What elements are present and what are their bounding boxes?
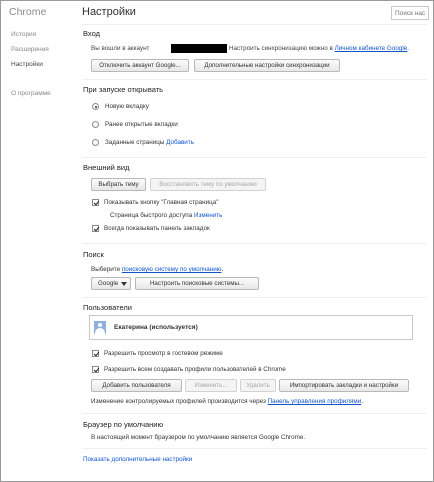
chevron-down-icon <box>121 282 127 286</box>
change-homepage-link[interactable]: Изменить <box>194 212 222 219</box>
divider <box>82 157 427 158</box>
search-description: Выберите поисковую систему по умолчанию. <box>91 266 223 273</box>
signin-text-after: Настроить синхронизацию можно в Личном к… <box>229 45 409 52</box>
divider <box>82 243 427 244</box>
quick-access-row: Страница быстрого доступа Изменить <box>110 212 222 219</box>
profile-list: Екатерина (используется) <box>89 315 413 340</box>
sidebar-item-settings[interactable]: Настройки <box>11 61 43 68</box>
section-heading-signin: Вход <box>83 29 100 38</box>
search-text-before: Выберите <box>91 266 121 273</box>
import-bookmarks-button[interactable]: Импортировать закладки и настройки <box>279 379 409 392</box>
startup-add-link[interactable]: Добавить <box>166 139 194 146</box>
add-user-button[interactable]: Добавить пользователя <box>91 379 182 392</box>
divider <box>82 24 427 25</box>
startup-radio-pages[interactable] <box>92 139 99 146</box>
section-heading-users: Пользователи <box>83 303 132 312</box>
disconnect-account-button[interactable]: Отключить аккаунт Google... <box>91 59 189 72</box>
supervised-text: Изменение контролируемых профилей произв… <box>91 398 266 405</box>
signin-text-before: Вы вошли в аккаунт <box>91 45 150 52</box>
advanced-sync-button[interactable]: Дополнительные настройки синхронизации <box>194 59 340 72</box>
guest-mode-label: Разрешить просмотр в гостевом режиме <box>104 350 223 357</box>
search-engine-value: Google <box>98 280 119 287</box>
dashboard-link[interactable]: Личном кабинете Google <box>335 45 408 52</box>
guest-mode-checkbox[interactable] <box>92 350 99 357</box>
divider <box>82 297 427 298</box>
section-heading-search: Поиск <box>83 250 104 259</box>
divider <box>82 448 427 449</box>
signin-sync-text: Настроить синхронизацию можно в <box>229 45 333 52</box>
signin-period: . <box>407 45 409 52</box>
home-button-label: Показывать кнопку "Главная страница" <box>104 199 219 206</box>
home-button-checkbox[interactable] <box>92 199 99 206</box>
startup-radio-continue[interactable] <box>92 121 99 128</box>
startup-option-label: Ранее открытые вкладки <box>105 121 178 128</box>
avatar <box>94 321 106 334</box>
default-browser-text: В настоящий момент браузером по умолчани… <box>91 434 306 441</box>
startup-option-label: Заданные страницы Добавить <box>105 139 194 146</box>
section-heading-startup: При запуске открывать <box>83 85 164 94</box>
reset-theme-button[interactable]: Восстановить тему по умолчанию <box>150 178 266 191</box>
divider <box>82 79 427 80</box>
create-profiles-label: Разрешить всем создавать профили пользов… <box>104 366 286 373</box>
search-input[interactable] <box>391 6 429 20</box>
sidebar: Chrome История Расширения Настройки О пр… <box>0 0 74 480</box>
profile-name[interactable]: Екатерина (используется) <box>114 324 198 331</box>
sidebar-item-history[interactable]: История <box>11 31 36 38</box>
delete-user-button[interactable]: Удалить <box>240 379 276 392</box>
divider <box>82 413 427 414</box>
sidebar-item-about[interactable]: О программе <box>11 90 51 97</box>
supervised-period: . <box>361 398 363 405</box>
edit-user-button[interactable]: Изменить... <box>185 379 237 392</box>
startup-pages-label: Заданные страницы <box>105 139 165 146</box>
create-profiles-checkbox[interactable] <box>92 366 99 373</box>
startup-option-label: Новую вкладку <box>105 103 149 110</box>
sidebar-item-extensions[interactable]: Расширения <box>11 46 49 53</box>
show-advanced-settings-link[interactable]: Показать дополнительные настройки <box>83 456 192 463</box>
choose-theme-button[interactable]: Выбрать тему <box>91 178 146 191</box>
page-title: Настройки <box>82 6 136 18</box>
section-heading-appearance: Внешний вид <box>83 163 130 172</box>
startup-radio-newtab[interactable] <box>92 103 99 110</box>
section-heading-default-browser: Браузер по умолчанию <box>83 420 164 429</box>
search-period: . <box>221 266 224 273</box>
quick-access-label: Страница быстрого доступа <box>110 212 193 219</box>
supervised-dashboard-link[interactable]: Панель управления профилями <box>268 398 362 405</box>
manage-search-engines-button[interactable]: Настроить поисковые системы... <box>135 277 259 290</box>
bookmarks-bar-checkbox[interactable] <box>92 225 99 232</box>
settings-main: Настройки Вход Вы вошли в аккаунт Настро… <box>82 0 429 480</box>
search-engine-select[interactable]: Google <box>91 277 131 290</box>
default-search-link[interactable]: поисковую систему по умолчанию <box>122 266 222 273</box>
bookmarks-bar-label: Всегда показывать панель закладок <box>104 225 210 232</box>
redacted-account <box>171 44 227 53</box>
app-title: Chrome <box>9 6 47 18</box>
supervised-profiles-row: Изменение контролируемых профилей произв… <box>91 398 363 405</box>
